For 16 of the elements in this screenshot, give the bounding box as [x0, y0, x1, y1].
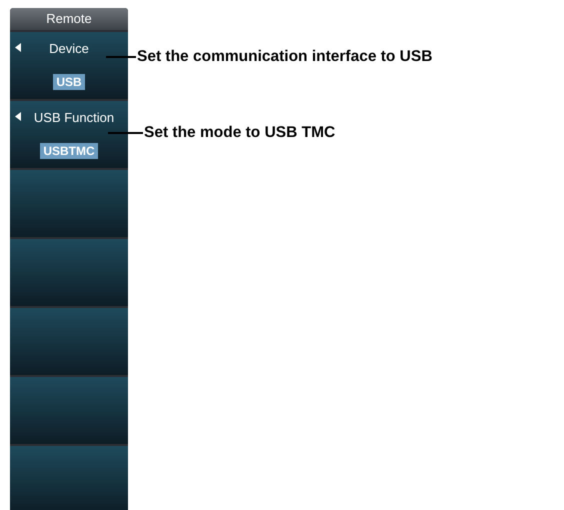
leader-line: [108, 132, 143, 134]
softkey[interactable]: Device USB: [10, 32, 128, 99]
menu-title: Remote: [10, 8, 128, 30]
callout-text: Set the mode to USB TMC: [144, 124, 336, 142]
softkey[interactable]: [10, 170, 128, 237]
callout-text: Set the communication interface to USB: [137, 48, 432, 66]
left-triangle-icon: [15, 112, 21, 121]
softkey[interactable]: [10, 308, 128, 375]
softkey[interactable]: [10, 239, 128, 306]
left-triangle-icon: [15, 43, 21, 52]
setting-value: USBTMC: [40, 143, 98, 159]
softkey[interactable]: [10, 377, 128, 444]
softkey[interactable]: [10, 446, 128, 510]
setting-value: USB: [53, 74, 85, 90]
softkey[interactable]: USB Function USBTMC: [10, 101, 128, 168]
leader-line: [106, 56, 136, 58]
